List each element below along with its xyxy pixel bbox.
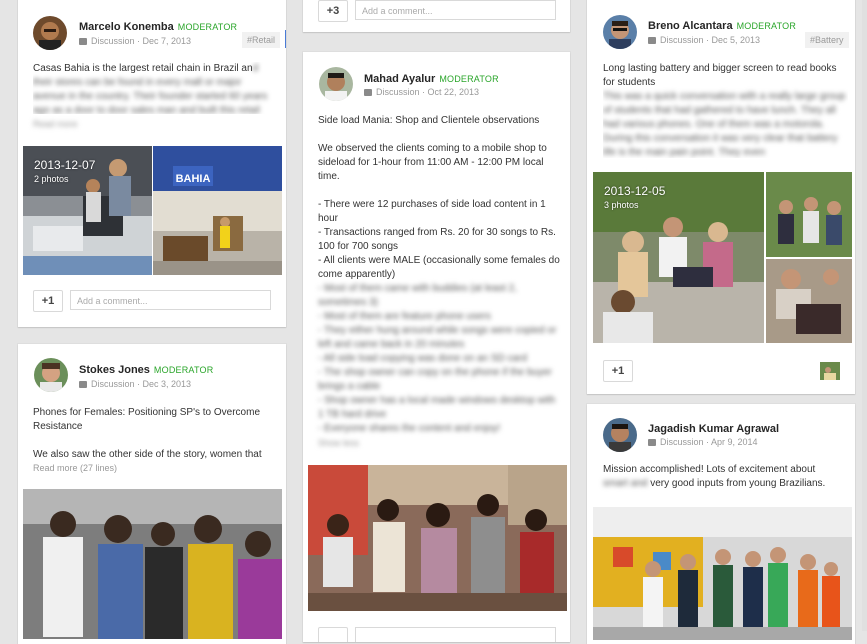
- read-more-link[interactable]: Read more: [33, 119, 78, 129]
- post-meta: Discussion · Dec 3, 2013: [79, 379, 191, 389]
- post-text: Phones for Females: Positioning SP's to …: [33, 406, 278, 462]
- post-date[interactable]: Dec 3, 2013: [143, 379, 192, 389]
- folder-icon: [648, 439, 656, 446]
- folder-icon: [79, 38, 87, 45]
- plus-one-button[interactable]: +1: [33, 290, 63, 312]
- post-title: Side load Mania: Shop and Clientele obse…: [318, 115, 540, 126]
- album-count: 2 photos: [34, 174, 69, 184]
- post-meta: Discussion · Dec 5, 2013: [648, 35, 760, 45]
- post-title: Long lasting battery and bigger screen t…: [603, 63, 837, 88]
- post-card-marcelo: Marcelo Konemba MODERATOR Discussion · De…: [18, 0, 286, 327]
- post-card-breno: Breno Alcantara MODERATOR Discussion · De…: [587, 0, 855, 394]
- folder-icon: [364, 89, 372, 96]
- author-name[interactable]: Marcelo Konemba MODERATOR: [79, 21, 237, 33]
- moderator-badge: MODERATOR: [439, 74, 499, 84]
- post-meta: Discussion · Apr 9, 2014: [648, 437, 758, 447]
- avatar[interactable]: [319, 67, 353, 101]
- read-more-link[interactable]: Read more (27 lines): [33, 463, 117, 473]
- author-name[interactable]: Breno Alcantara MODERATOR: [648, 20, 796, 32]
- post-text: Mission accomplished! Lots of excitement…: [603, 464, 826, 489]
- plus-one-button[interactable]: +3: [318, 0, 348, 22]
- post-title: Phones for Females: Positioning SP's to …: [33, 407, 261, 432]
- post-date[interactable]: Oct 22, 2013: [428, 87, 480, 97]
- author-name[interactable]: Jagadish Kumar Agrawal: [648, 423, 779, 435]
- avatar[interactable]: [34, 358, 68, 392]
- author-name[interactable]: Stokes Jones MODERATOR: [79, 364, 213, 376]
- tag-accent-bar: [285, 30, 286, 48]
- category-link[interactable]: Discussion: [91, 36, 135, 46]
- attachment-thumbnail[interactable]: [820, 362, 840, 380]
- moderator-badge: MODERATOR: [153, 365, 214, 375]
- tag-chip[interactable]: #Retail: [242, 32, 281, 48]
- category-link[interactable]: Discussion: [376, 87, 420, 97]
- comment-input[interactable]: Add a comment...: [355, 0, 556, 20]
- category-link[interactable]: Discussion: [91, 379, 135, 389]
- album-photo-2[interactable]: [766, 172, 852, 257]
- album-count: 3 photos: [604, 200, 639, 210]
- category-link[interactable]: Discussion: [660, 35, 704, 45]
- plus-one-button[interactable]: +1: [603, 360, 633, 382]
- post-text: Long lasting battery and bigger screen t…: [603, 62, 848, 158]
- post-date[interactable]: Dec 7, 2013: [143, 36, 192, 46]
- scrollbar-track[interactable]: [862, 0, 867, 631]
- post-photo[interactable]: [593, 507, 852, 640]
- post-photo[interactable]: [23, 489, 282, 639]
- category-link[interactable]: Discussion: [660, 437, 704, 447]
- avatar[interactable]: [603, 15, 637, 49]
- folder-icon: [79, 381, 87, 388]
- author-name[interactable]: Mahad Ayalur MODERATOR: [364, 73, 499, 85]
- album-date: 2013-12-05: [604, 184, 666, 198]
- post-card-jagadish: Jagadish Kumar Agrawal Discussion · Apr …: [587, 404, 855, 644]
- tag-chip[interactable]: #Battery: [805, 32, 849, 48]
- post-date[interactable]: Apr 9, 2014: [711, 437, 758, 447]
- show-less-link[interactable]: Show less: [318, 438, 359, 448]
- plus-one-button[interactable]: [318, 627, 348, 642]
- comment-input[interactable]: [355, 627, 556, 642]
- post-meta: Discussion · Oct 22, 2013: [364, 87, 479, 97]
- post-photo[interactable]: [308, 465, 567, 611]
- avatar[interactable]: [33, 16, 67, 50]
- folder-icon: [648, 37, 656, 44]
- album-date: 2013-12-07: [34, 158, 96, 172]
- avatar[interactable]: [603, 418, 637, 452]
- album-photo-2[interactable]: BAHIA: [153, 146, 282, 275]
- post-card-top-partial: +3 Add a comment...: [303, 0, 570, 32]
- post-card-mahad: Mahad Ayalur MODERATOR Discussion · Oct 2…: [303, 52, 570, 642]
- post-card-stokes: Stokes Jones MODERATOR Discussion · Dec 3…: [18, 344, 286, 644]
- post-date[interactable]: Dec 5, 2013: [712, 35, 761, 45]
- comment-input[interactable]: Add a comment...: [70, 290, 271, 310]
- album-photo-3[interactable]: [766, 259, 852, 343]
- post-text: Casas Bahia is the largest retail chain …: [33, 63, 268, 114]
- post-meta: Discussion · Dec 7, 2013: [79, 36, 191, 46]
- moderator-badge: MODERATOR: [736, 21, 797, 31]
- svg-text:BAHIA: BAHIA: [176, 173, 211, 185]
- moderator-badge: MODERATOR: [177, 22, 238, 32]
- post-text: Side load Mania: Shop and Clientele obse…: [318, 115, 560, 434]
